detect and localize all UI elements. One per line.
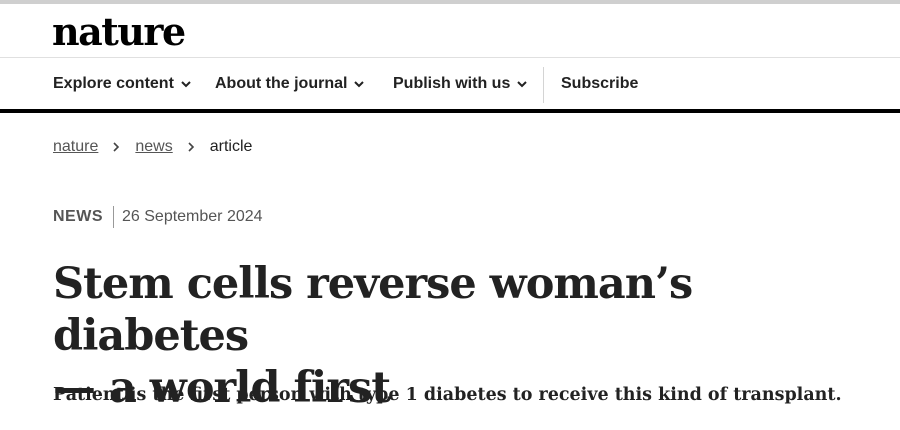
nav-item-label: Publish with us bbox=[393, 74, 511, 92]
breadcrumb-current: article bbox=[209, 138, 253, 155]
main-nav: Explore content About the journal Publis… bbox=[0, 58, 900, 113]
breadcrumb-link-nature[interactable]: nature bbox=[53, 138, 98, 156]
nature-logo[interactable]: nature bbox=[52, 10, 186, 54]
article-standfirst: Patient is the first person with type 1 … bbox=[53, 385, 842, 405]
chevron-right-icon bbox=[113, 142, 120, 152]
chevron-down-icon bbox=[181, 80, 191, 87]
meta-divider bbox=[113, 206, 114, 228]
breadcrumb-link-news[interactable]: news bbox=[135, 138, 172, 156]
chevron-down-icon bbox=[517, 80, 528, 87]
nav-about-the-journal[interactable]: About the journal bbox=[215, 58, 365, 109]
nav-item-label: About the journal bbox=[215, 74, 348, 92]
nav-subscribe[interactable]: Subscribe bbox=[561, 58, 638, 109]
nav-item-label: Explore content bbox=[53, 74, 174, 92]
chevron-right-icon bbox=[188, 142, 194, 152]
article-date: 26 September 2024 bbox=[122, 208, 263, 225]
breadcrumb: nature news article bbox=[53, 136, 252, 158]
headline-line-1: Stem cells reverse woman’s diabetes bbox=[53, 259, 693, 361]
chevron-down-icon bbox=[354, 80, 365, 87]
brand-bar: nature bbox=[0, 4, 900, 58]
article-type-label: NEWS bbox=[53, 208, 103, 225]
nav-publish-with-us[interactable]: Publish with us bbox=[393, 58, 528, 109]
nav-explore-content[interactable]: Explore content bbox=[53, 58, 192, 109]
nav-divider bbox=[543, 67, 544, 103]
nav-item-label: Subscribe bbox=[561, 74, 639, 92]
article-meta: NEWS 26 September 2024 bbox=[53, 206, 263, 228]
